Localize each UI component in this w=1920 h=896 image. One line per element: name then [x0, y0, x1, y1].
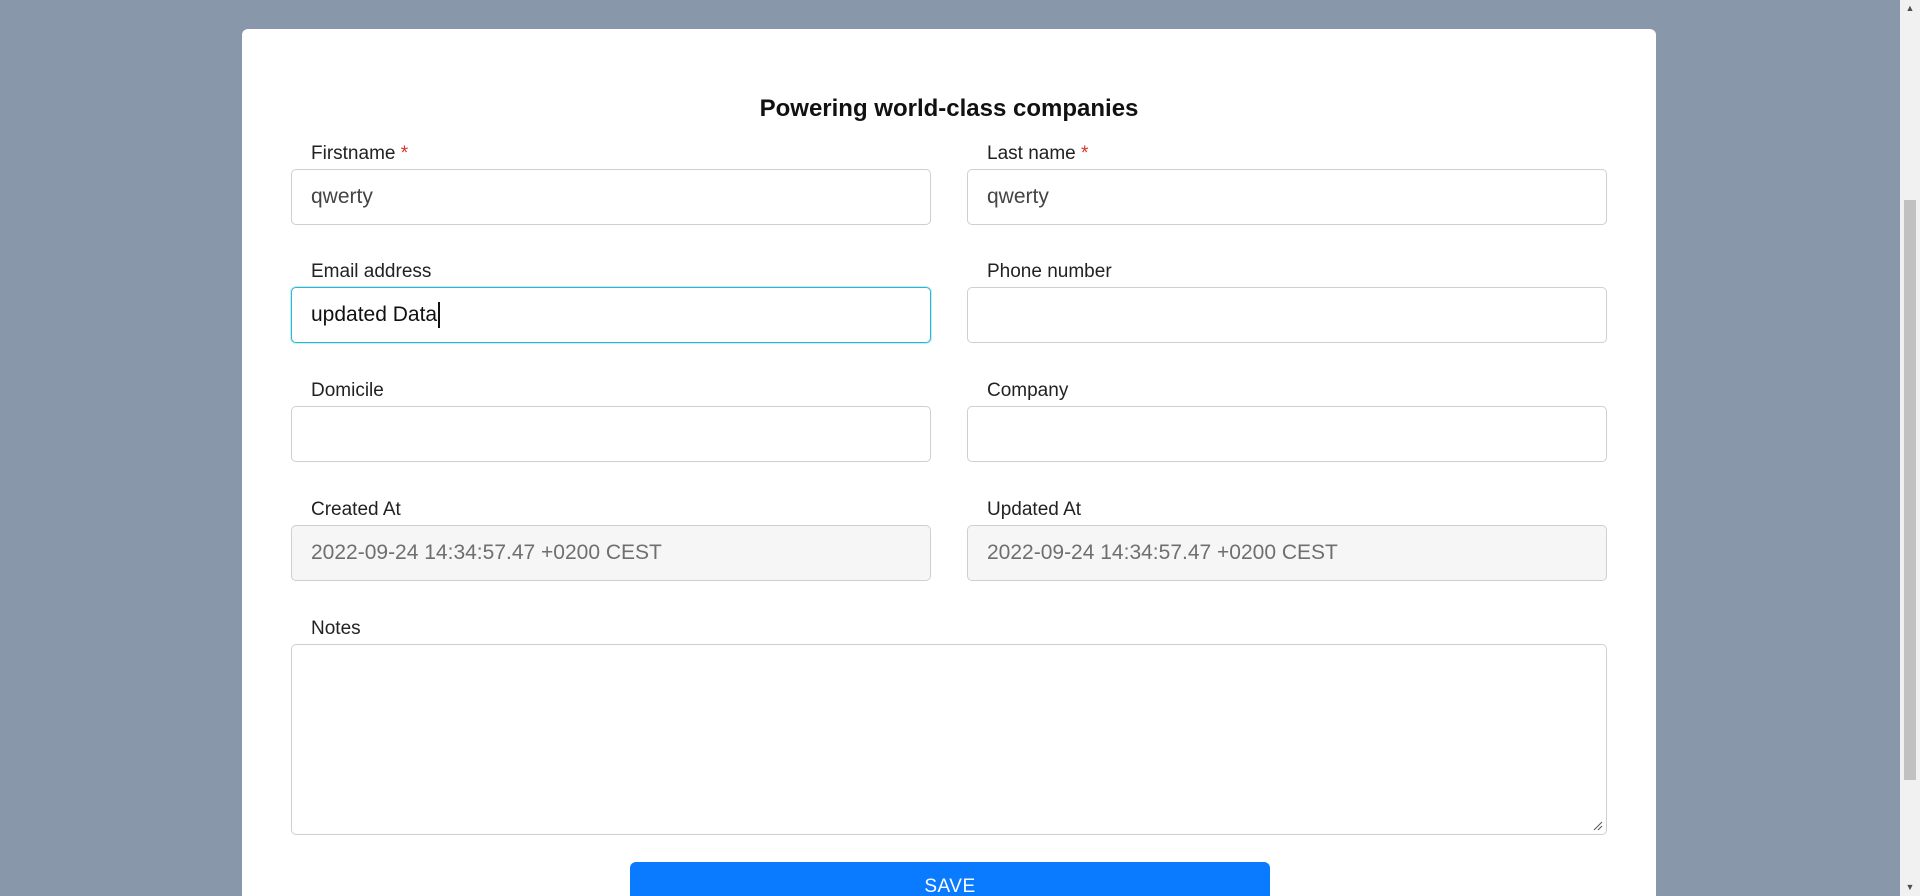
- required-marker: *: [400, 143, 409, 164]
- scroll-up-arrow-icon[interactable]: ▲: [1900, 0, 1920, 17]
- form-card: Powering world-class companies Firstname…: [242, 29, 1656, 896]
- firstname-label: Firstname *: [311, 143, 409, 164]
- text-caret: [438, 302, 440, 329]
- scrollbar-thumb[interactable]: [1904, 200, 1916, 780]
- notes-label: Notes: [311, 618, 361, 639]
- updated-at-input: 2022-09-24 14:34:57.47 +0200 CEST: [967, 525, 1607, 581]
- updated-at-label: Updated At: [987, 499, 1082, 520]
- phone-input[interactable]: [967, 287, 1607, 343]
- firstname-input[interactable]: qwerty: [291, 169, 931, 225]
- page-scrollbar[interactable]: ▲ ▼: [1900, 0, 1920, 896]
- email-label: Email address: [311, 261, 432, 282]
- resize-handle-icon[interactable]: [1593, 821, 1603, 831]
- created-at-input: 2022-09-24 14:34:57.47 +0200 CEST: [291, 525, 931, 581]
- email-input-value: updated Data: [311, 303, 438, 326]
- scroll-down-arrow-icon[interactable]: ▼: [1900, 879, 1920, 896]
- email-input[interactable]: updated Data: [291, 287, 931, 343]
- domicile-input[interactable]: [291, 406, 931, 462]
- required-marker: *: [1081, 143, 1089, 164]
- notes-textarea[interactable]: [291, 644, 1607, 835]
- phone-label: Phone number: [987, 261, 1112, 282]
- form-title: Powering world-class companies: [759, 95, 1139, 122]
- lastname-input[interactable]: qwerty: [967, 169, 1607, 225]
- created-at-label: Created At: [311, 499, 401, 520]
- company-label: Company: [987, 380, 1069, 401]
- domicile-label: Domicile: [311, 380, 384, 401]
- lastname-label: Last name *: [987, 143, 1089, 164]
- page-viewport: Powering world-class companies Firstname…: [0, 0, 1900, 896]
- company-input[interactable]: [967, 406, 1607, 462]
- save-button[interactable]: SAVE: [630, 862, 1270, 896]
